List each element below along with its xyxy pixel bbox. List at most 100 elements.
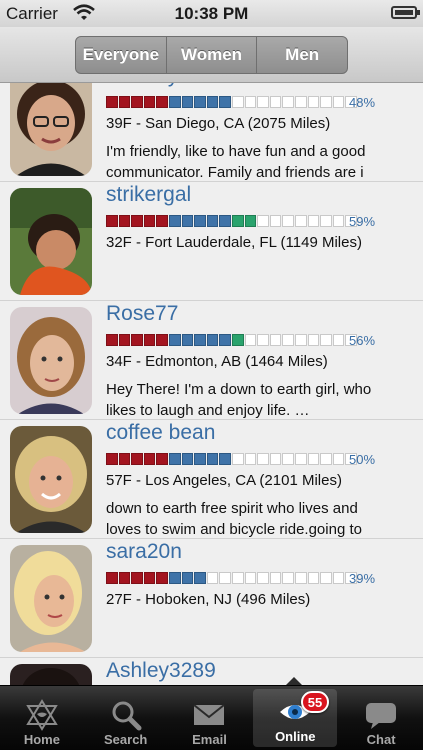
meter-cell (219, 572, 231, 584)
age-location: 27F - Hoboken, NJ (496 Miles) (106, 591, 311, 608)
username: sara20n (106, 540, 182, 563)
meter-cell (269, 215, 282, 227)
match-percent: 56% (349, 333, 376, 348)
meter-cell (206, 334, 219, 346)
meter-cell (194, 572, 206, 584)
meter-cell (219, 215, 231, 227)
meter-cell (294, 215, 307, 227)
meter-cell (307, 453, 320, 465)
star-of-david-icon (24, 699, 60, 731)
list-item[interactable]: strikergal 59% 32F - Fort Lauderdale, FL… (0, 182, 423, 301)
meter-cell (131, 572, 143, 584)
list-item[interactable]: sara20n 39% 27F - Hoboken, NJ (496 Miles… (0, 539, 423, 658)
meter-cell (320, 334, 332, 346)
meter-cell (168, 96, 181, 108)
tab-chat[interactable]: Chat (339, 686, 423, 750)
meter-cell (168, 453, 181, 465)
tab-online-label: Online (275, 729, 316, 744)
battery-icon (391, 6, 420, 19)
meter-cell (307, 334, 320, 346)
tab-search[interactable]: Search (84, 686, 168, 750)
filter-header: Everyone Women Men (0, 27, 423, 83)
speech-bubble-icon (363, 700, 399, 730)
magnifier-icon (108, 700, 144, 731)
meter-cell (332, 215, 345, 227)
active-tab-pointer (286, 677, 302, 685)
meter-cell (294, 572, 307, 584)
meter-cell (194, 215, 206, 227)
meter-cell (257, 215, 269, 227)
meter-cell (131, 453, 143, 465)
meter-cell (156, 453, 168, 465)
meter-cell (320, 453, 332, 465)
online-count-badge: 55 (300, 691, 330, 713)
meter-cell (168, 215, 181, 227)
meter-cell (231, 96, 244, 108)
meter-cell (194, 334, 206, 346)
meter-cell (294, 96, 307, 108)
username: coffee bean (106, 421, 216, 444)
list-item[interactable]: Ashley3289 (0, 658, 423, 685)
match-percent: 50% (349, 452, 376, 467)
meter-cell (181, 96, 194, 108)
tab-chat-label: Chat (366, 732, 396, 747)
meter-cell (231, 453, 244, 465)
meter-cell (118, 453, 131, 465)
avatar (10, 664, 92, 685)
meter-cell (257, 334, 269, 346)
avatar (10, 83, 92, 176)
meter-cell (282, 453, 294, 465)
meter-cell (257, 96, 269, 108)
segment-women[interactable]: Women (167, 37, 258, 73)
avatar (10, 426, 92, 533)
match-meter (106, 96, 358, 108)
meter-cell (131, 334, 143, 346)
tab-email[interactable]: Email (168, 686, 252, 750)
age-location: 57F - Los Angeles, CA (2101 Miles) (106, 472, 342, 489)
meter-cell (269, 96, 282, 108)
bio-snippet: Hey There! I'm a down to earth girl, who… (106, 381, 372, 419)
match-meter (106, 215, 358, 227)
meter-cell (332, 453, 345, 465)
meter-cell (244, 215, 257, 227)
meter-cell (156, 96, 168, 108)
meter-cell (244, 334, 257, 346)
meter-cell (106, 96, 118, 108)
meter-cell (106, 334, 118, 346)
meter-cell (282, 334, 294, 346)
avatar (10, 545, 92, 652)
list-item[interactable]: coffee bean 50% 57F - Los Angeles, CA (2… (0, 420, 423, 539)
meter-cell (194, 96, 206, 108)
tab-home[interactable]: Home (0, 686, 84, 750)
meter-cell (106, 215, 118, 227)
match-meter (106, 572, 358, 584)
segment-men[interactable]: Men (257, 37, 347, 73)
meter-cell (206, 453, 219, 465)
meter-cell (257, 453, 269, 465)
username: reiklady (106, 83, 178, 88)
online-users-list[interactable]: reiklady 48% 39F - San Diego, CA (2075 M… (0, 83, 423, 685)
match-percent: 48% (349, 95, 376, 110)
meter-cell (181, 215, 194, 227)
meter-cell (118, 215, 131, 227)
segment-everyone[interactable]: Everyone (76, 37, 167, 73)
list-item[interactable]: reiklady 48% 39F - San Diego, CA (2075 M… (0, 83, 423, 182)
tab-online[interactable]: 55 Online (253, 689, 338, 747)
meter-cell (320, 96, 332, 108)
age-location: 32F - Fort Lauderdale, FL (1149 Miles) (106, 234, 362, 251)
meter-cell (168, 572, 181, 584)
meter-cell (294, 453, 307, 465)
meter-cell (143, 572, 156, 584)
envelope-icon (191, 700, 227, 730)
meter-cell (106, 453, 118, 465)
meter-cell (320, 572, 332, 584)
avatar (10, 188, 92, 295)
meter-cell (143, 334, 156, 346)
bio-snippet: I'm friendly, like to have fun and a goo… (106, 143, 366, 181)
meter-cell (282, 215, 294, 227)
meter-cell (143, 96, 156, 108)
meter-cell (320, 215, 332, 227)
list-item[interactable]: Rose77 56% 34F - Edmonton, AB (1464 Mile… (0, 301, 423, 420)
meter-cell (294, 334, 307, 346)
gender-filter-segmented-control: Everyone Women Men (75, 36, 348, 74)
